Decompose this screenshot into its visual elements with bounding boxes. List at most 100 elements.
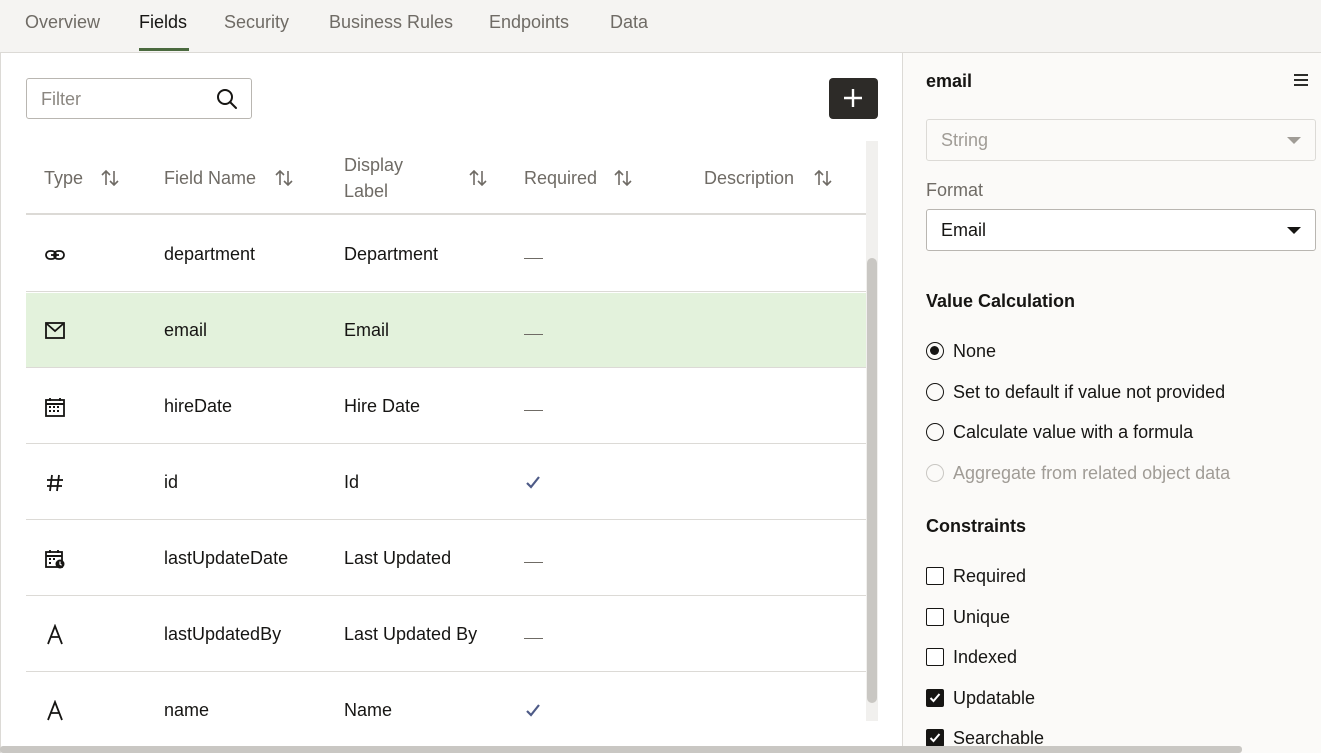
check-icon xyxy=(929,693,941,703)
add-field-button[interactable] xyxy=(829,78,878,119)
tab-business-rules[interactable]: Business Rules xyxy=(329,12,453,33)
table-row[interactable]: lastUpdateDate Last Updated xyxy=(26,521,866,596)
checkbox[interactable] xyxy=(926,567,944,585)
type-cell xyxy=(44,217,68,292)
column-header-type[interactable]: Type xyxy=(44,141,144,215)
value-calculation-title: Value Calculation xyxy=(926,291,1076,311)
tab-bar: Overview Fields Security Business Rules … xyxy=(0,0,1321,53)
required-cell xyxy=(524,369,544,444)
format-select[interactable]: Email xyxy=(926,209,1316,251)
radio-button[interactable] xyxy=(926,423,944,441)
sort-icon[interactable] xyxy=(468,168,488,188)
sort-icon[interactable] xyxy=(100,168,120,188)
tab-fields[interactable]: Fields xyxy=(139,12,187,33)
active-tab-indicator xyxy=(139,48,189,51)
table-header: Type Field Name Display Label Required D… xyxy=(26,141,866,215)
field-name-cell: lastUpdatedBy xyxy=(164,624,282,644)
column-header-required[interactable]: Required xyxy=(524,141,684,215)
radio-button[interactable] xyxy=(926,342,944,360)
sort-icon[interactable] xyxy=(813,168,833,188)
radio-label: None xyxy=(953,340,997,361)
field-name-cell: email xyxy=(164,320,208,340)
display-label-cell: Last Updated xyxy=(344,548,452,568)
type-cell xyxy=(44,369,68,444)
field-properties-panel: email String Format Email Value Calculat… xyxy=(902,53,1321,753)
tab-overview[interactable]: Overview xyxy=(25,12,100,33)
checkbox-unique[interactable]: Unique xyxy=(926,606,1010,628)
checkbox-indexed[interactable]: Indexed xyxy=(926,646,1017,668)
required-cell xyxy=(524,445,544,520)
display-label-cell: Hire Date xyxy=(344,396,421,416)
required-cell xyxy=(524,597,544,672)
sort-icon[interactable] xyxy=(274,168,294,188)
display-label-cell: Id xyxy=(344,472,360,492)
not-required-dash xyxy=(524,334,543,335)
format-select-value: Email xyxy=(941,220,987,240)
checkbox[interactable] xyxy=(926,648,944,666)
radio-set-default[interactable]: Set to default if value not provided xyxy=(926,381,1225,403)
checkbox-required[interactable]: Required xyxy=(926,565,1026,587)
sort-icon[interactable] xyxy=(613,168,633,188)
column-header-label: Description xyxy=(704,168,795,188)
table-row[interactable]: department Department xyxy=(26,217,866,292)
chevron-down-icon xyxy=(1287,137,1301,144)
filter-input[interactable] xyxy=(41,87,201,111)
table-row[interactable]: lastUpdatedBy Last Updated By xyxy=(26,597,866,672)
radio-none[interactable]: None xyxy=(926,340,996,362)
type-cell xyxy=(44,597,68,672)
checkbox[interactable] xyxy=(926,729,944,747)
table-row[interactable]: hireDate Hire Date xyxy=(26,369,866,444)
tab-security[interactable]: Security xyxy=(224,12,289,33)
horizontal-scrollbar[interactable] xyxy=(0,746,1242,753)
column-header-field-name[interactable]: Field Name xyxy=(164,141,324,215)
radio-label: Calculate value with a formula xyxy=(953,421,1194,442)
checkbox-label: Required xyxy=(953,565,1027,586)
hamburger-menu-icon[interactable] xyxy=(1293,72,1309,88)
checkbox-label: Unique xyxy=(953,606,1011,627)
not-required-dash xyxy=(524,638,543,639)
constraints-title: Constraints xyxy=(926,516,1027,536)
radio-calculate-formula[interactable]: Calculate value with a formula xyxy=(926,421,1193,443)
tab-endpoints[interactable]: Endpoints xyxy=(489,12,569,33)
tab-data[interactable]: Data xyxy=(610,12,648,33)
checkbox-label: Indexed xyxy=(953,646,1018,667)
type-cell xyxy=(44,673,68,721)
display-label-cell: Last Updated By xyxy=(344,624,478,644)
required-cell xyxy=(524,217,544,292)
text-icon xyxy=(47,699,63,720)
table-row[interactable]: name Name xyxy=(26,673,866,721)
checkbox-label: Updatable xyxy=(953,687,1036,708)
vertical-scrollbar-thumb[interactable] xyxy=(867,258,877,703)
email-icon xyxy=(45,321,65,339)
number-icon xyxy=(47,474,63,491)
display-label-cell: Email xyxy=(344,320,390,340)
fields-list-pane: Type Field Name Display Label Required D… xyxy=(0,53,902,753)
checkbox-updatable[interactable]: Updatable xyxy=(926,687,1035,709)
radio-aggregate: Aggregate from related object data xyxy=(926,462,1230,484)
display-label-cell: Name xyxy=(344,700,393,720)
link-icon xyxy=(45,249,65,260)
chevron-down-icon xyxy=(1287,227,1301,234)
field-name-cell: hireDate xyxy=(164,396,233,416)
fields-table: Type Field Name Display Label Required D… xyxy=(26,141,866,721)
table-row[interactable]: email Email xyxy=(26,293,866,368)
panel-title: email xyxy=(926,71,973,91)
type-select-value: String xyxy=(941,130,989,150)
column-header-label: Type xyxy=(44,168,84,188)
not-required-dash xyxy=(524,258,543,259)
column-header-description[interactable]: Description xyxy=(704,141,864,215)
search-icon[interactable] xyxy=(216,88,238,110)
radio-label: Set to default if value not provided xyxy=(953,381,1226,402)
field-name-cell: lastUpdateDate xyxy=(164,548,289,568)
type-select: String xyxy=(926,119,1316,161)
column-header-display-label[interactable]: Display Label xyxy=(344,141,504,215)
display-label-cell: Department xyxy=(344,244,439,264)
checkbox[interactable] xyxy=(926,689,944,707)
checkbox[interactable] xyxy=(926,608,944,626)
check-icon xyxy=(929,733,941,743)
calendar-icon xyxy=(45,397,65,417)
type-cell xyxy=(44,521,68,596)
radio-button[interactable] xyxy=(926,383,944,401)
table-row[interactable]: id Id xyxy=(26,445,866,520)
radio-label: Aggregate from related object data xyxy=(953,462,1231,483)
